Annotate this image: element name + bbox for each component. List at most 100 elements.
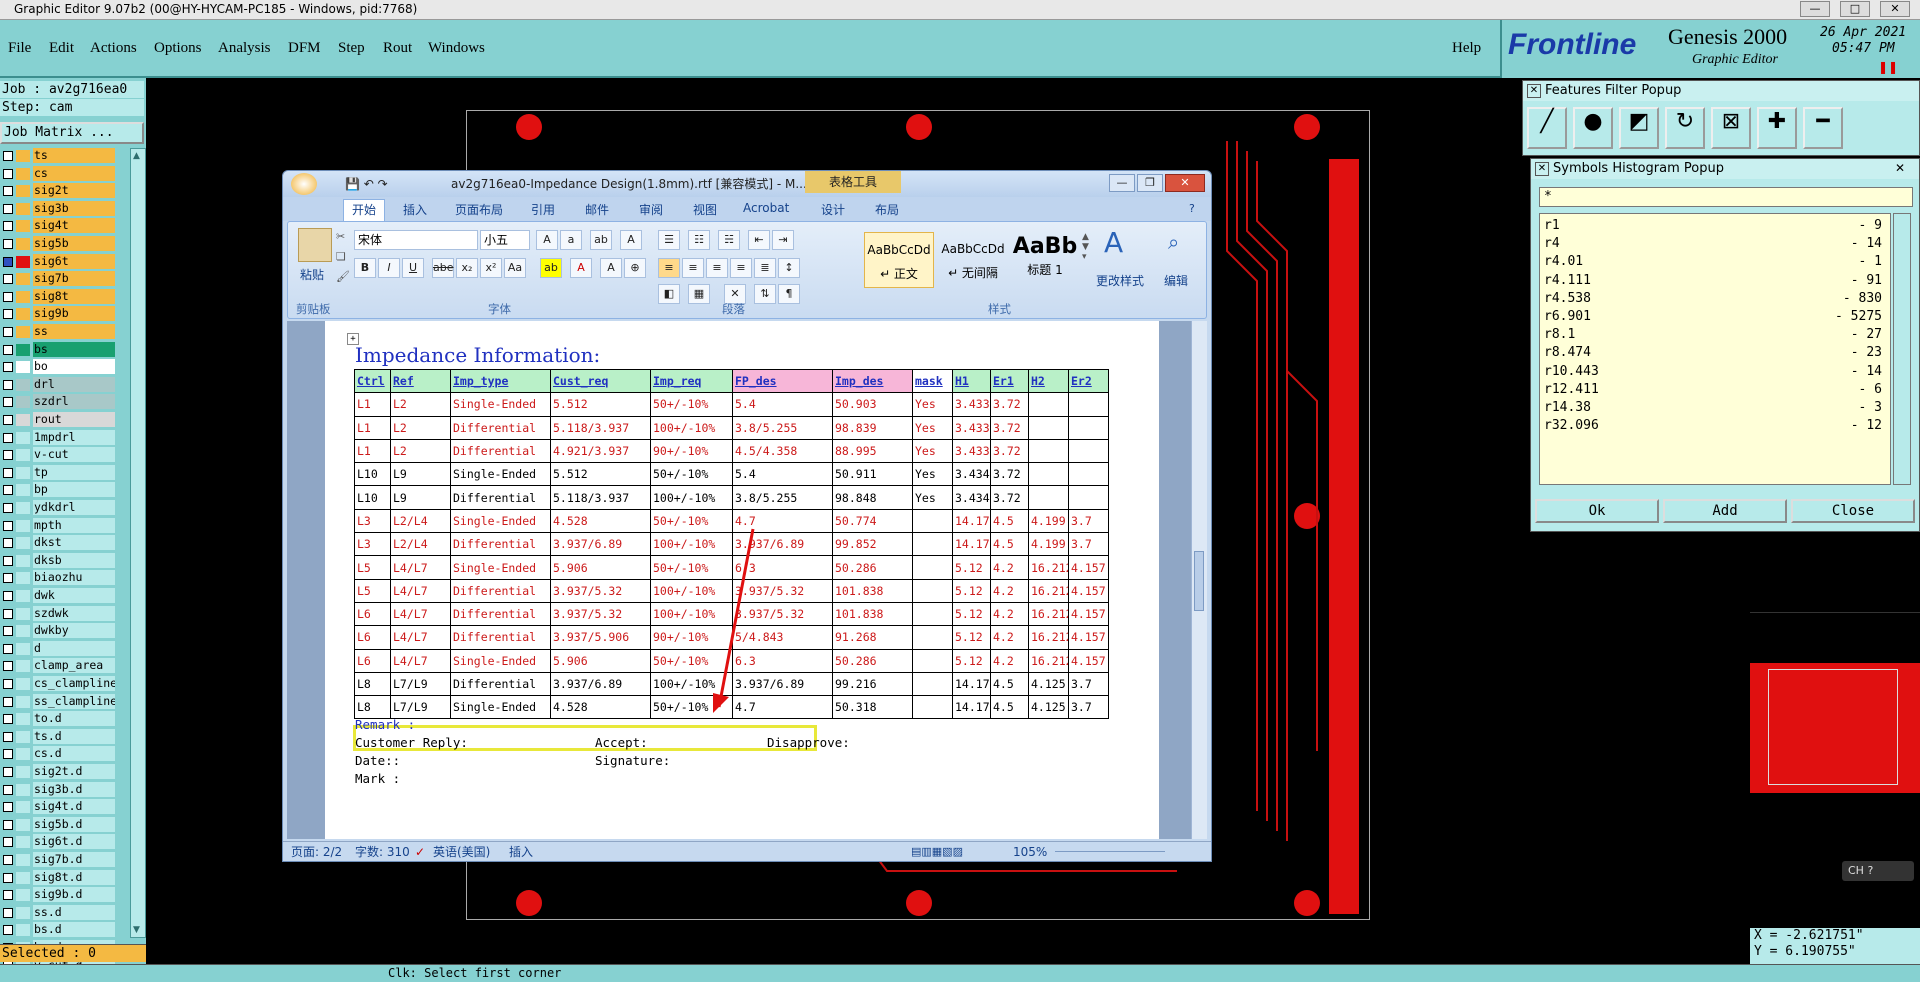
table-cell[interactable]: 4.125 — [1028, 671, 1069, 697]
table-cell[interactable]: L9 — [390, 462, 451, 487]
layer-color-swatch[interactable] — [16, 449, 30, 462]
table-cell[interactable]: 3.434 — [952, 485, 991, 510]
distributed-icon[interactable]: ≣ — [754, 258, 776, 278]
table-cell[interactable] — [1028, 462, 1069, 487]
layer-name[interactable]: szdwk — [33, 605, 115, 621]
grow-font-icon[interactable]: A — [536, 230, 558, 250]
table-cell[interactable]: 4.921/3.937 — [550, 438, 651, 464]
table-cell[interactable]: 5.12 — [952, 555, 991, 580]
symbol-row[interactable]: r6.901 - 5275 — [1544, 309, 1888, 327]
layer-row[interactable]: ss.d — [0, 904, 118, 920]
word-restore-button[interactable]: ❐ — [1137, 174, 1163, 192]
proofing-icon[interactable]: ✓ — [415, 842, 425, 862]
word-minimize-button[interactable]: — — [1109, 174, 1135, 192]
font-name-select[interactable]: 宋体 — [354, 230, 478, 250]
layer-name[interactable]: ss_clampline — [33, 693, 115, 709]
italic-icon[interactable]: I — [378, 258, 400, 278]
pad-feature-icon[interactable]: ● — [1573, 107, 1613, 149]
table-cell[interactable]: Yes — [912, 392, 953, 417]
layer-row[interactable]: ydkdrl — [0, 500, 118, 515]
table-cell[interactable]: L1 — [354, 415, 391, 440]
document-scrollbar[interactable] — [1191, 321, 1207, 839]
layer-name[interactable]: ss.d — [33, 904, 115, 920]
tab-insert[interactable]: 插入 — [403, 201, 427, 218]
table-cell[interactable]: L10 — [354, 485, 391, 510]
histogram-close-icon[interactable]: ✕ — [1895, 161, 1905, 175]
symbol-row[interactable]: r4.538 - 830 — [1544, 291, 1888, 309]
table-cell[interactable]: 4.5 — [990, 671, 1029, 697]
layer-checkbox[interactable] — [3, 203, 13, 214]
layer-color-swatch[interactable] — [16, 713, 30, 726]
office-button-icon[interactable] — [291, 173, 317, 195]
enclosed-char-icon[interactable]: ⊕ — [624, 258, 646, 278]
layer-name[interactable]: sig3b — [33, 200, 115, 216]
layer-name[interactable]: sig8t — [33, 288, 115, 304]
table-cell[interactable]: 101.838 — [832, 578, 913, 603]
layer-name[interactable]: v-cut — [33, 447, 115, 463]
layer-row[interactable]: rout — [0, 412, 118, 427]
symbol-row[interactable]: r4.01 - 1 — [1544, 254, 1888, 272]
layer-color-swatch[interactable] — [16, 273, 30, 286]
layer-checkbox[interactable] — [3, 397, 13, 408]
layer-color-swatch[interactable] — [16, 642, 30, 655]
layer-checkbox[interactable] — [3, 679, 13, 689]
layer-color-swatch[interactable] — [16, 414, 30, 426]
table-cell[interactable] — [912, 695, 953, 720]
table-cell[interactable]: 50.286 — [832, 555, 913, 580]
layer-color-swatch[interactable] — [16, 396, 30, 409]
table-cell[interactable]: 91.268 — [832, 625, 913, 650]
tab-home[interactable]: 开始 — [343, 199, 386, 221]
style-normal[interactable]: AaBbCcDd ↵ 正文 — [864, 232, 934, 288]
table-cell[interactable] — [1068, 415, 1109, 440]
table-cell[interactable] — [1068, 462, 1109, 487]
bullets-icon[interactable]: ☰ — [658, 230, 680, 250]
table-cell[interactable]: L4/L7 — [390, 601, 451, 627]
table-cell[interactable]: 4.157 — [1068, 648, 1109, 673]
table-cell[interactable]: 3.937/5.906 — [550, 625, 651, 650]
justify-icon[interactable]: ≡ — [730, 258, 752, 278]
table-cell[interactable]: 3.72 — [990, 462, 1029, 487]
layer-checkbox[interactable] — [3, 291, 13, 302]
layer-checkbox[interactable] — [3, 503, 13, 513]
table-cell[interactable]: 5.118/3.937 — [550, 485, 651, 510]
show-marks-icon[interactable]: ¶ — [778, 284, 800, 304]
document-area[interactable]: + Impedance Information: Ctrl Ref Imp_type… — [287, 321, 1207, 839]
copy-icon[interactable]: ❏ — [336, 250, 346, 263]
table-cell[interactable]: 16.212 — [1028, 648, 1069, 673]
layer-row[interactable]: 1mpdrl — [0, 429, 118, 445]
table-cell[interactable]: Yes — [912, 462, 953, 487]
table-cell[interactable]: 4.5/4.358 — [732, 438, 833, 464]
table-cell[interactable] — [1028, 485, 1069, 510]
layer-row[interactable]: sig8t — [0, 288, 118, 304]
table-cell[interactable]: L2 — [390, 415, 451, 440]
layer-checkbox[interactable] — [3, 855, 13, 865]
layer-name[interactable]: ss — [33, 324, 115, 339]
table-cell[interactable]: 4.5 — [990, 695, 1029, 720]
layer-name[interactable]: ydkdrl — [33, 500, 115, 515]
table-cell[interactable]: Single-Ended — [450, 648, 551, 673]
sort-icon[interactable]: ⇅ — [754, 284, 776, 304]
layer-row[interactable]: dkst — [0, 535, 118, 551]
layer-color-swatch[interactable] — [16, 801, 30, 814]
layer-name[interactable]: bp — [33, 482, 115, 498]
table-cell[interactable]: 3.937/5.32 — [550, 578, 651, 603]
layer-row[interactable]: sig5b — [0, 236, 118, 251]
layer-color-swatch[interactable] — [16, 308, 30, 321]
table-cell[interactable]: 16.212 — [1028, 578, 1069, 603]
tab-page-layout[interactable]: 页面布局 — [455, 201, 503, 218]
table-cell[interactable]: 101.838 — [832, 601, 913, 627]
subscript-icon[interactable]: x₂ — [456, 258, 478, 278]
layer-row[interactable]: cs — [0, 165, 118, 181]
table-cell[interactable]: 4.5 — [990, 532, 1029, 557]
layer-checkbox[interactable] — [3, 555, 13, 566]
layer-row[interactable]: sig6t.d — [0, 834, 118, 850]
symbols-histogram-popup[interactable]: Symbols Histogram Popup ✕ ✕ * r1 - 9 r4 - 1… — [1530, 158, 1920, 532]
table-cell[interactable]: 4.2 — [990, 648, 1029, 673]
layer-color-swatch[interactable] — [16, 343, 30, 356]
table-cell[interactable]: 4.5 — [990, 508, 1029, 534]
table-cell[interactable]: 14.17 — [952, 532, 991, 557]
table-cell[interactable]: L4/L7 — [390, 555, 451, 580]
zoom-slider[interactable] — [1055, 851, 1165, 861]
help-circle-icon[interactable]: ? — [1867, 864, 1873, 877]
layer-name[interactable]: to.d — [33, 711, 115, 727]
